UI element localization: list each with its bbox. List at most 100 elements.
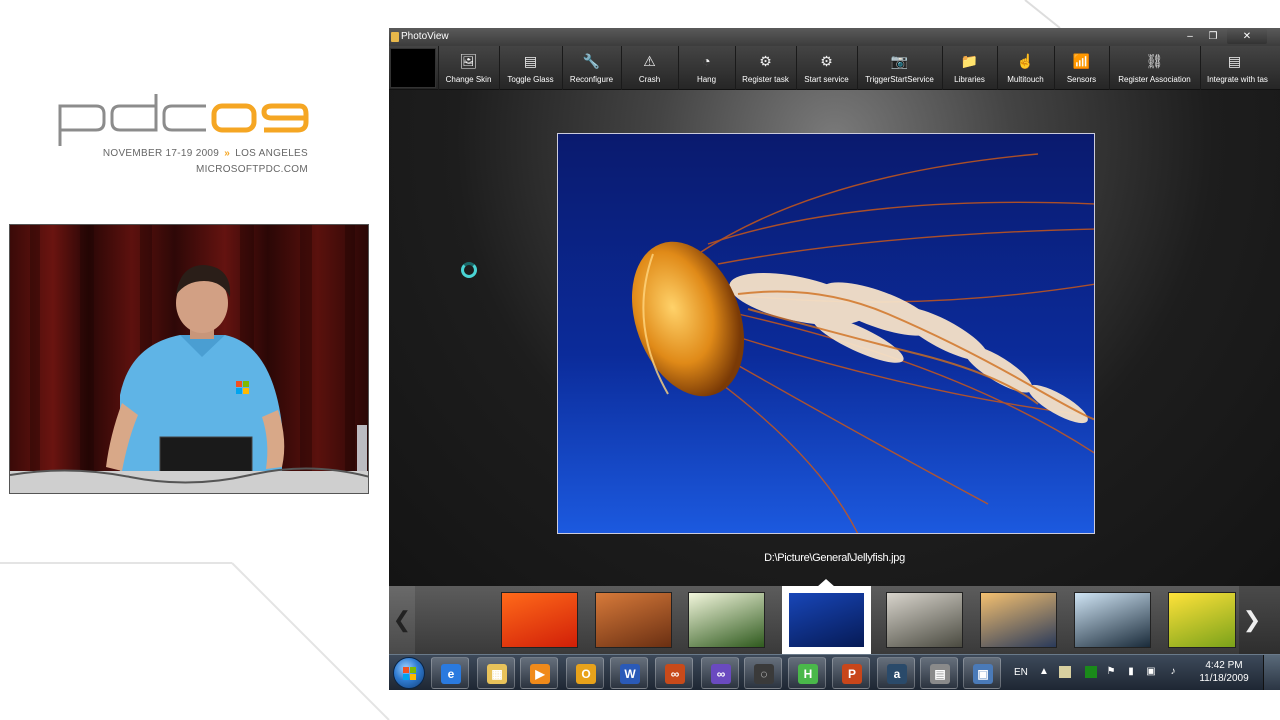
tool-label: Sensors — [1066, 75, 1097, 84]
event-url: MICROSOFTPDC.COM — [195, 164, 308, 175]
thumbnail-jellyfish[interactable] — [788, 592, 865, 648]
tool-label: Register Association — [1118, 75, 1191, 84]
jellyfish-image — [558, 134, 1094, 533]
hand-icon: ☝ — [1016, 53, 1035, 69]
network-icon[interactable]: ▣ — [1145, 666, 1157, 678]
minimize-button[interactable]: – — [1179, 29, 1201, 44]
thumbnail-tulips[interactable] — [1168, 592, 1236, 648]
tray-status-icon[interactable] — [1085, 666, 1097, 678]
powerpoint-icon: P — [842, 664, 862, 684]
event-branding: NOVEMBER 17-19 2009 » LOS ANGELES MICROS… — [56, 92, 312, 175]
thumbnail-desert[interactable] — [595, 592, 672, 648]
word-icon: W — [620, 664, 640, 684]
tool-multitouch[interactable]: ☝ Multitouch — [997, 46, 1053, 90]
thumbnail-penguins[interactable] — [1074, 592, 1151, 648]
window-titlebar[interactable]: PhotoView – ❐ ✕ — [389, 28, 1280, 46]
tool-trigger-start-service[interactable]: 📷 TriggerStartService — [857, 46, 941, 90]
thumbnail-hydrangeas[interactable] — [688, 592, 765, 648]
double-arrow-icon: » — [224, 148, 231, 159]
tool-reconfigure[interactable]: 🔧 Reconfigure — [562, 46, 620, 90]
tool-label: Hang — [696, 75, 717, 84]
main-photo-jellyfish[interactable] — [557, 133, 1095, 534]
outlook-icon: O — [576, 664, 596, 684]
system-clock[interactable]: 4:42 PM 11/18/2009 — [1189, 659, 1259, 685]
tool-crash[interactable]: ⚠ Crash — [621, 46, 677, 90]
file-path-caption: D:\Picture\General\Jellyfish.jpg — [764, 552, 905, 564]
speaker-video — [9, 224, 369, 494]
tool-change-skin[interactable]: 🖼 Change Skin — [438, 46, 498, 90]
taskbar-remote-desktop[interactable]: ▣ — [963, 657, 1001, 689]
tool-label: Change Skin — [445, 75, 492, 84]
toolbar-preview-area — [390, 48, 436, 88]
taskbar-visual-studio[interactable]: ∞ — [701, 657, 739, 689]
infinity-icon: ∞ — [665, 664, 685, 684]
cards-icon: ▤ — [930, 664, 950, 684]
camera-icon: 📷 — [890, 53, 909, 69]
filmstrip-next-button[interactable]: ❯ — [1239, 586, 1265, 654]
window-title: PhotoView — [401, 31, 449, 42]
tool-sensors[interactable]: 📶 Sensors — [1054, 46, 1108, 90]
media-player-icon: ▶ — [530, 664, 550, 684]
taskbar-app-infinity[interactable]: ∞ — [655, 657, 693, 689]
tool-hang[interactable]: ◔ Hang — [678, 46, 734, 90]
thumbnail-chrysanthemum[interactable] — [501, 592, 578, 648]
taskbar-icon: ▤ — [1227, 53, 1242, 69]
tool-label: Multitouch — [1007, 75, 1044, 84]
tool-label: Reconfigure — [569, 75, 614, 84]
tool-label: Register task — [742, 75, 789, 84]
start-button[interactable] — [393, 657, 425, 689]
maximize-button[interactable]: ❐ — [1202, 29, 1224, 44]
pdc09-logo — [58, 94, 309, 146]
clock-icon: ◔ — [702, 53, 711, 69]
thumbnail-lighthouse[interactable] — [980, 592, 1057, 648]
event-location: LOS ANGELES — [235, 148, 308, 159]
folder-icon: 📁 — [960, 53, 979, 69]
close-button[interactable]: ✕ — [1227, 29, 1267, 44]
tool-label: Start service — [804, 75, 849, 84]
thumbnail-filmstrip: ❮ ❯ — [389, 579, 1280, 654]
taskbar-app-blocks[interactable]: H — [788, 657, 826, 689]
tool-integrate-with-taskbar[interactable]: ▤ Integrate with taskbar — [1200, 46, 1268, 90]
tray-app-icon[interactable] — [1059, 666, 1071, 678]
tool-label: Libraries — [954, 75, 985, 84]
taskbar-app-cards[interactable]: ▤ — [920, 657, 958, 689]
toggle-glass-icon: ▤ — [523, 53, 538, 69]
photoview-app-icon — [391, 32, 399, 42]
filmstrip-prev-button[interactable]: ❮ — [389, 586, 415, 654]
tool-libraries[interactable]: 📁 Libraries — [942, 46, 996, 90]
show-hidden-icons-icon[interactable]: ▲ — [1038, 666, 1050, 678]
blocks-icon: H — [798, 664, 818, 684]
image-viewer: D:\Picture\General\Jellyfish.jpg — [389, 90, 1280, 586]
amazon-icon: a — [887, 664, 907, 684]
taskbar-amazon[interactable]: a — [877, 657, 915, 689]
thumbnail-koala[interactable] — [886, 592, 963, 648]
taskbar-windows-explorer[interactable]: ▦ — [477, 657, 515, 689]
tool-start-service[interactable]: ⚙ Start service — [796, 46, 856, 90]
speaker-video-frame — [10, 225, 368, 493]
warning-icon: ⚠ — [643, 53, 656, 69]
taskbar-media-player[interactable]: ▶ — [520, 657, 558, 689]
tool-label: TriggerStartService — [865, 75, 934, 84]
tool-toggle-glass[interactable]: ▤ Toggle Glass — [499, 46, 561, 90]
volume-icon[interactable]: ♪ — [1167, 666, 1179, 678]
taskbar-app-circle[interactable]: ◌ — [744, 657, 782, 689]
tool-register-task[interactable]: ⚙ Register task — [735, 46, 795, 90]
language-indicator[interactable]: EN — [1014, 655, 1028, 690]
loading-spinner-icon — [461, 262, 477, 278]
visual-studio-icon: ∞ — [711, 664, 731, 684]
taskbar-internet-explorer[interactable]: e — [431, 657, 469, 689]
windows-taskbar: e ▦ ▶ O W ∞ ∞ ◌ H P a ▤ ▣ EN ▲ ⚑ ▮ ▣ ♪ 4… — [389, 654, 1280, 690]
selection-pointer-icon — [817, 579, 835, 587]
gear-icon: ⚙ — [820, 53, 833, 69]
tool-register-association[interactable]: ⛓ Register Association — [1109, 46, 1199, 90]
folder-icon: ▦ — [487, 664, 507, 684]
taskbar-word[interactable]: W — [610, 657, 648, 689]
tool-label: Toggle Glass — [507, 75, 554, 84]
windows-flag-icon — [403, 667, 416, 680]
taskbar-powerpoint[interactable]: P — [832, 657, 870, 689]
action-center-flag-icon[interactable]: ⚑ — [1105, 666, 1117, 678]
show-desktop-button[interactable] — [1263, 655, 1280, 690]
taskbar-outlook[interactable]: O — [566, 657, 604, 689]
power-icon[interactable]: ▮ — [1125, 666, 1137, 678]
clock-time: 4:42 PM — [1205, 660, 1243, 671]
